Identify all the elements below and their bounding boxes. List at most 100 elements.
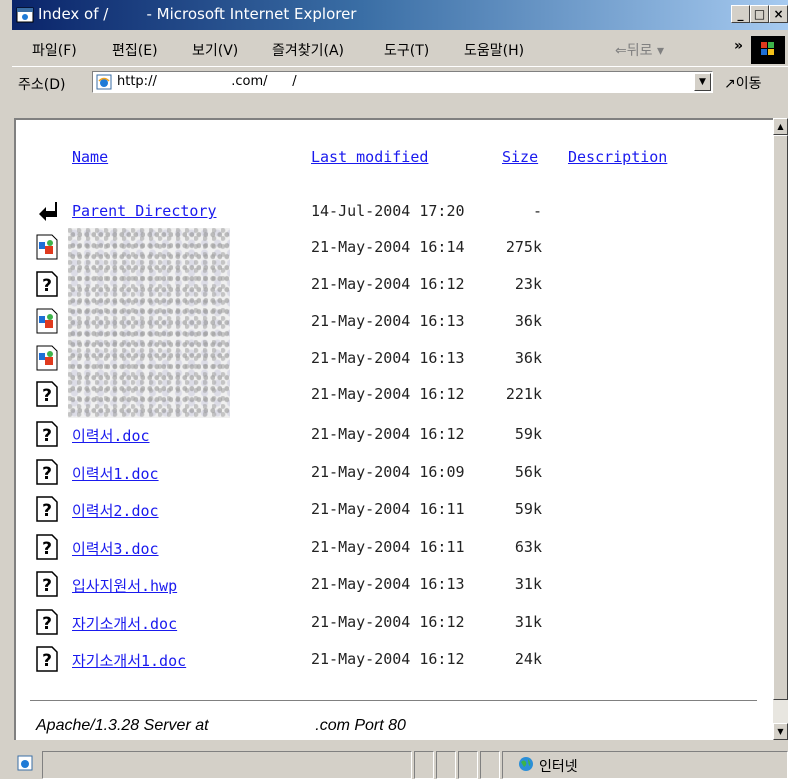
page-viewport[interactable]: Name Last modified Size Description Pare… (14, 118, 773, 740)
image-file-icon[interactable] (36, 234, 58, 260)
internet-globe-icon (519, 757, 533, 771)
file-size: 36k (514, 349, 542, 367)
menu-edit[interactable]: 편집(E) (112, 40, 158, 60)
menu-view[interactable]: 보기(V) (192, 40, 238, 60)
modified-date: 21-May-2004 16:11 (311, 538, 465, 556)
menu-file[interactable]: 파일(F) (32, 40, 77, 60)
file-link[interactable]: 이력서2.doc (72, 500, 159, 521)
menu-favorites[interactable]: 즐겨찾기(A) (272, 40, 344, 60)
file-link[interactable]: 이력서1.doc (72, 463, 159, 484)
table-row: ? 이력서.doc 21-May-2004 16:12 59k (16, 421, 756, 457)
file-size: - (532, 202, 542, 220)
status-zone-label: 인터넷 (539, 759, 578, 775)
divider (30, 700, 757, 702)
modified-date: 21-May-2004 16:14 (311, 238, 465, 256)
file-link[interactable]: 자기소개서1.doc (72, 650, 186, 671)
menu-tools[interactable]: 도구(T) (384, 40, 429, 60)
file-link[interactable]: 입사지원서.hwp (72, 575, 177, 596)
file-link[interactable]: 이력서.doc (72, 425, 150, 446)
go-button[interactable]: ↗이동 (724, 73, 762, 93)
address-bar: 주소(D) http:// .com/ / ▼ ↗이동 (12, 66, 788, 97)
status-pane-privacy (480, 751, 500, 779)
svg-text:?: ? (42, 651, 52, 671)
table-row: ? 입사지원서.hwp 21-May-2004 16:13 31k (16, 571, 756, 607)
file-link[interactable]: 이력서3.doc (72, 538, 159, 559)
unknown-file-icon[interactable]: ? (36, 646, 58, 672)
status-bar: 인터넷 (12, 743, 788, 779)
image-file-icon[interactable] (36, 308, 58, 334)
minimize-button[interactable]: _ (731, 5, 750, 23)
file-size: 59k (514, 425, 542, 443)
close-button[interactable]: × (769, 5, 788, 23)
modified-date: 21-May-2004 16:13 (311, 349, 465, 367)
image-file-icon[interactable] (36, 345, 58, 371)
column-header-modified[interactable]: Last modified (311, 148, 428, 166)
unknown-file-icon[interactable]: ? (36, 496, 58, 522)
unknown-file-icon[interactable]: ? (36, 459, 58, 485)
unknown-file-icon[interactable]: ? (36, 571, 58, 597)
file-size: 23k (514, 275, 542, 293)
table-row: ? 자기소개서1.doc 21-May-2004 16:12 24k (16, 646, 756, 682)
ie-page-icon (16, 7, 34, 23)
go-label: 이동 (735, 76, 762, 92)
column-header-name[interactable]: Name (72, 148, 108, 166)
table-row: ? 자기소개서.doc 21-May-2004 16:12 31k (16, 609, 756, 645)
address-label: 주소(D) (18, 77, 66, 93)
file-link[interactable]: 자기소개서.doc (72, 613, 177, 634)
svg-text:?: ? (42, 276, 52, 296)
status-pane-extra (458, 751, 478, 779)
modified-date: 14-Jul-2004 17:20 (311, 202, 465, 220)
vertical-scrollbar[interactable]: ▲ ▼ (773, 118, 788, 740)
modified-date: 21-May-2004 16:11 (311, 500, 465, 518)
windows-logo-icon (751, 36, 785, 64)
scroll-up-icon[interactable]: ▲ (773, 118, 788, 135)
scroll-down-icon[interactable]: ▼ (773, 723, 788, 740)
go-arrow-icon: ↗ (724, 76, 736, 92)
title-bar[interactable]: Index of / - Microsoft Internet Explorer… (12, 0, 788, 30)
table-row: ? 이력서2.doc 21-May-2004 16:11 59k (16, 496, 756, 532)
unknown-file-icon[interactable]: ? (36, 381, 58, 407)
file-size: 31k (514, 613, 542, 631)
column-header-size[interactable]: Size (502, 148, 538, 166)
unknown-file-icon[interactable]: ? (36, 609, 58, 635)
file-size: 56k (514, 463, 542, 481)
modified-date: 21-May-2004 16:13 (311, 575, 465, 593)
svg-text:?: ? (42, 464, 52, 484)
maximize-button[interactable]: □ (750, 5, 769, 23)
status-pane-progress (414, 751, 434, 779)
svg-text:?: ? (42, 539, 52, 559)
table-row: ? 이력서1.doc 21-May-2004 16:09 56k (16, 459, 756, 495)
back-arrow-icon[interactable] (36, 198, 58, 224)
modified-date: 21-May-2004 16:12 (311, 425, 465, 443)
svg-text:?: ? (42, 386, 52, 406)
address-value: http:// .com/ / (117, 74, 297, 89)
modified-date: 21-May-2004 16:12 (311, 613, 465, 631)
browser-window: Index of / - Microsoft Internet Explorer… (0, 0, 788, 779)
svg-text:?: ? (42, 576, 52, 596)
modified-date: 21-May-2004 16:12 (311, 275, 465, 293)
toolbar-chevron-icon[interactable]: » (734, 38, 743, 54)
file-link[interactable]: Parent Directory (72, 202, 217, 220)
unknown-file-icon[interactable]: ? (36, 534, 58, 560)
address-input[interactable]: http:// .com/ / ▼ (92, 71, 713, 93)
scroll-thumb[interactable] (773, 135, 788, 700)
column-header-description[interactable]: Description (568, 148, 667, 166)
svg-text:?: ? (42, 501, 52, 521)
svg-text:?: ? (42, 426, 52, 446)
unknown-file-icon[interactable]: ? (36, 271, 58, 297)
modified-date: 21-May-2004 16:09 (311, 463, 465, 481)
file-size: 31k (514, 575, 542, 593)
table-row: ? 이력서3.doc 21-May-2004 16:11 63k (16, 534, 756, 570)
back-button[interactable]: ⇐뒤로 ▾ (615, 40, 664, 60)
unknown-file-icon[interactable]: ? (36, 421, 58, 447)
menu-help[interactable]: 도움말(H) (464, 40, 524, 60)
file-size: 24k (514, 650, 542, 668)
file-size: 275k (505, 238, 542, 256)
address-dropdown-icon[interactable]: ▼ (694, 73, 711, 91)
redacted-filenames (68, 228, 230, 418)
page-status-icon (17, 755, 33, 771)
server-signature: Apache/1.3.28 Server at .com Port 80 (36, 717, 406, 734)
svg-text:?: ? (42, 614, 52, 634)
window-title: Index of / - Microsoft Internet Explorer (38, 5, 357, 23)
file-size: 221k (505, 385, 542, 403)
